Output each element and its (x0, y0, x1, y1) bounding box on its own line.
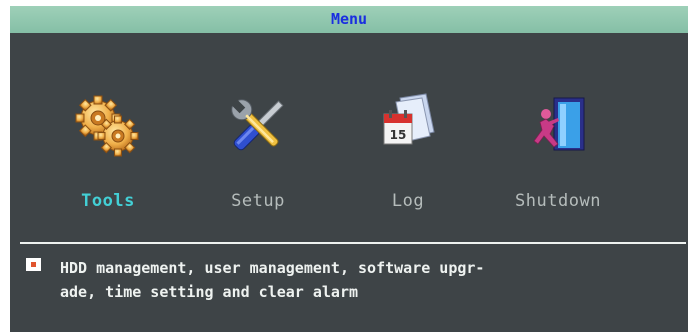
menu-item-shutdown[interactable]: Shutdown (498, 92, 618, 232)
menu-item-label: Shutdown (515, 191, 601, 211)
dvr-screen: Menu Tools Setup 15 Log Shutdown HDD man… (0, 0, 693, 336)
menu-item-tools[interactable]: Tools (48, 92, 168, 232)
gears-icon (75, 95, 139, 157)
info-bullet-icon (26, 258, 41, 271)
wrench-screwdriver-icon (231, 99, 284, 151)
exit-door-icon (533, 97, 585, 151)
help-description: HDD management, user management, softwar… (60, 256, 680, 304)
window-title: Menu (330, 10, 368, 28)
help-line-2: ade, time setting and clear alarm (60, 283, 359, 301)
menu-item-label: Setup (231, 191, 285, 211)
menu-item-log[interactable]: 15 Log (348, 92, 468, 232)
menu-panel: Menu Tools Setup 15 Log Shutdown HDD man… (10, 6, 688, 332)
help-line-1: HDD management, user management, softwar… (60, 259, 485, 277)
svg-text:15: 15 (390, 128, 407, 142)
title-bar: Menu (10, 6, 688, 33)
calendar-log-icon: 15 (383, 93, 435, 145)
menu-item-label: Tools (81, 191, 135, 211)
menu-item-label: Log (391, 191, 425, 211)
menu-item-setup[interactable]: Setup (198, 92, 318, 232)
divider (20, 242, 686, 244)
